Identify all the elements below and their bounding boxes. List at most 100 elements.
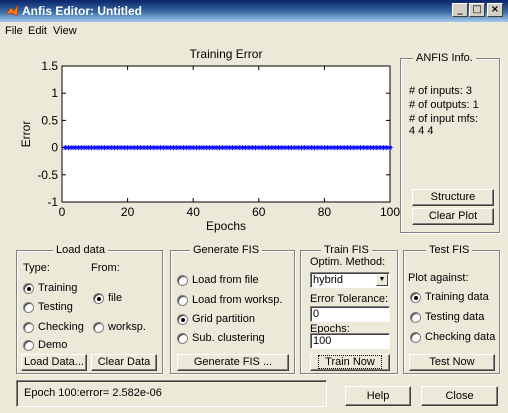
menu-file[interactable]: File <box>5 25 23 37</box>
optim-method-label: Optim. Method: <box>310 256 386 268</box>
plot-area <box>61 65 391 203</box>
x-tick-label: 80 <box>318 205 332 219</box>
source-file-radio[interactable] <box>93 293 104 304</box>
load-data-title: Load data <box>53 244 108 256</box>
menu-edit[interactable]: Edit <box>28 25 47 37</box>
x-tick-label: 0 <box>59 205 66 219</box>
test-checking-data-radio[interactable] <box>410 332 421 343</box>
test-testing-data-radio[interactable] <box>410 312 421 323</box>
type-checking-option[interactable]: Checking <box>23 321 89 334</box>
source-file-label: file <box>108 292 123 304</box>
type-testing-option[interactable]: Testing <box>23 301 89 314</box>
help-button[interactable]: Help <box>345 386 411 406</box>
load-from-workspace-label: Load from worksp. <box>192 294 283 306</box>
menu-bar: File Edit View <box>0 22 508 40</box>
load-data-panel: Load data Type: From: Training Testing C… <box>16 244 163 374</box>
training-error-chart: 1.510.50-0.5-10 20 40 60 80 100EpochsError <box>19 59 400 233</box>
type-testing-label: Testing <box>38 301 73 313</box>
grid-partition-option[interactable]: Grid partition <box>177 313 291 326</box>
grid-partition-label: Grid partition <box>192 313 255 325</box>
load-from-workspace-radio[interactable] <box>177 295 188 306</box>
clear-data-button[interactable]: Clear Data <box>91 354 157 371</box>
matlab-logo-icon <box>5 4 19 17</box>
y-axis-label: Error <box>19 121 33 148</box>
train-now-button[interactable]: Train Now <box>310 354 390 371</box>
load-from-file-radio[interactable] <box>177 275 188 286</box>
test-testing-data-option[interactable]: Testing data <box>410 311 498 324</box>
type-testing-radio[interactable] <box>23 302 34 313</box>
train-fis-panel: Train FIS Optim. Method: hybrid ▼ Error … <box>300 244 398 374</box>
source-workspace-radio[interactable] <box>93 322 104 333</box>
load-from-file-label: Load from file <box>192 274 259 286</box>
type-demo-label: Demo <box>38 339 68 351</box>
type-checking-label: Checking <box>38 321 84 333</box>
generate-fis-panel: Generate FIS Load from file Load from wo… <box>170 244 295 374</box>
test-training-data-radio[interactable] <box>410 292 421 303</box>
generate-fis-title: Generate FIS <box>190 244 263 256</box>
y-tick-label: 1 <box>51 86 58 100</box>
type-training-label: Training <box>38 282 78 294</box>
test-fis-title: Test FIS <box>426 244 473 256</box>
clear-plot-button[interactable]: Clear Plot <box>412 208 494 225</box>
test-training-data-label: Training data <box>425 291 489 303</box>
type-demo-option[interactable]: Demo <box>23 339 89 352</box>
type-training-option[interactable]: Training <box>23 282 89 295</box>
window-title: Anfis Editor: Untitled <box>22 4 142 18</box>
menu-view[interactable]: View <box>53 25 77 37</box>
maximize-button[interactable]: □ <box>469 3 485 17</box>
sub-clustering-radio[interactable] <box>177 333 188 344</box>
sub-clustering-label: Sub. clustering <box>192 332 265 344</box>
info-input-mfs-label: # of input mfs: <box>409 113 479 125</box>
optim-method-value: hybrid <box>313 274 343 286</box>
close-button[interactable]: Close <box>421 386 498 406</box>
test-checking-data-option[interactable]: Checking data <box>410 331 498 344</box>
anfis-info-panel: ANFIS Info. # of inputs: 3 # of outputs:… <box>400 52 500 233</box>
load-data-button[interactable]: Load Data... <box>21 354 87 371</box>
optim-method-select[interactable]: hybrid ▼ <box>310 272 390 288</box>
type-checking-radio[interactable] <box>23 322 34 333</box>
anfis-info-title: ANFIS Info. <box>413 52 476 64</box>
info-input-mfs-values: 4 4 4 <box>409 125 434 137</box>
type-training-radio[interactable] <box>23 283 34 294</box>
source-workspace-option[interactable]: worksp. <box>93 321 153 334</box>
info-inputs: # of inputs: 3 <box>409 85 472 97</box>
title-bar[interactable]: Anfis Editor: Untitled _ □ × <box>0 0 508 22</box>
status-text: Epoch 100:error= 2.582e-06 <box>24 387 162 399</box>
test-now-button[interactable]: Test Now <box>409 354 495 371</box>
source-workspace-label: worksp. <box>108 321 146 333</box>
train-fis-title: Train FIS <box>321 244 372 256</box>
y-tick-label: 0 <box>51 141 58 155</box>
minimize-button[interactable]: _ <box>452 3 468 17</box>
epochs-input[interactable]: 100 <box>310 333 390 349</box>
grid-partition-radio[interactable] <box>177 314 188 325</box>
y-tick-label: 1.5 <box>41 59 58 73</box>
type-demo-radio[interactable] <box>23 340 34 351</box>
source-file-option[interactable]: file <box>93 292 153 305</box>
from-label: From: <box>91 262 120 274</box>
test-training-data-option[interactable]: Training data <box>410 291 498 304</box>
x-tick-label: 60 <box>252 205 266 219</box>
info-outputs: # of outputs: 1 <box>409 99 479 111</box>
type-label: Type: <box>23 262 50 274</box>
structure-button[interactable]: Structure <box>412 189 494 206</box>
load-from-file-option[interactable]: Load from file <box>177 274 291 287</box>
y-tick-label: -0.5 <box>37 168 58 182</box>
test-testing-data-label: Testing data <box>425 311 485 323</box>
train-now-label: Train Now <box>318 355 382 369</box>
close-window-button[interactable]: × <box>487 3 503 17</box>
load-from-workspace-option[interactable]: Load from worksp. <box>177 294 291 307</box>
x-tick-label: 100 <box>380 205 400 219</box>
y-tick-label: 0.5 <box>41 113 58 127</box>
x-axis-label: Epochs <box>206 219 246 233</box>
y-tick-label: -1 <box>47 195 58 209</box>
chevron-down-icon[interactable]: ▼ <box>376 274 388 286</box>
x-tick-label: 40 <box>187 205 201 219</box>
plot-against-label: Plot against: <box>408 272 469 284</box>
error-tolerance-input[interactable]: 0 <box>310 306 390 322</box>
test-fis-panel: Test FIS Plot against: Training data Tes… <box>403 244 500 374</box>
sub-clustering-option[interactable]: Sub. clustering <box>177 332 291 345</box>
error-tolerance-label: Error Tolerance: <box>310 293 389 305</box>
status-bar: Epoch 100:error= 2.582e-06 <box>16 380 327 407</box>
generate-fis-button[interactable]: Generate FIS ... <box>177 354 289 371</box>
data-point <box>387 145 393 151</box>
